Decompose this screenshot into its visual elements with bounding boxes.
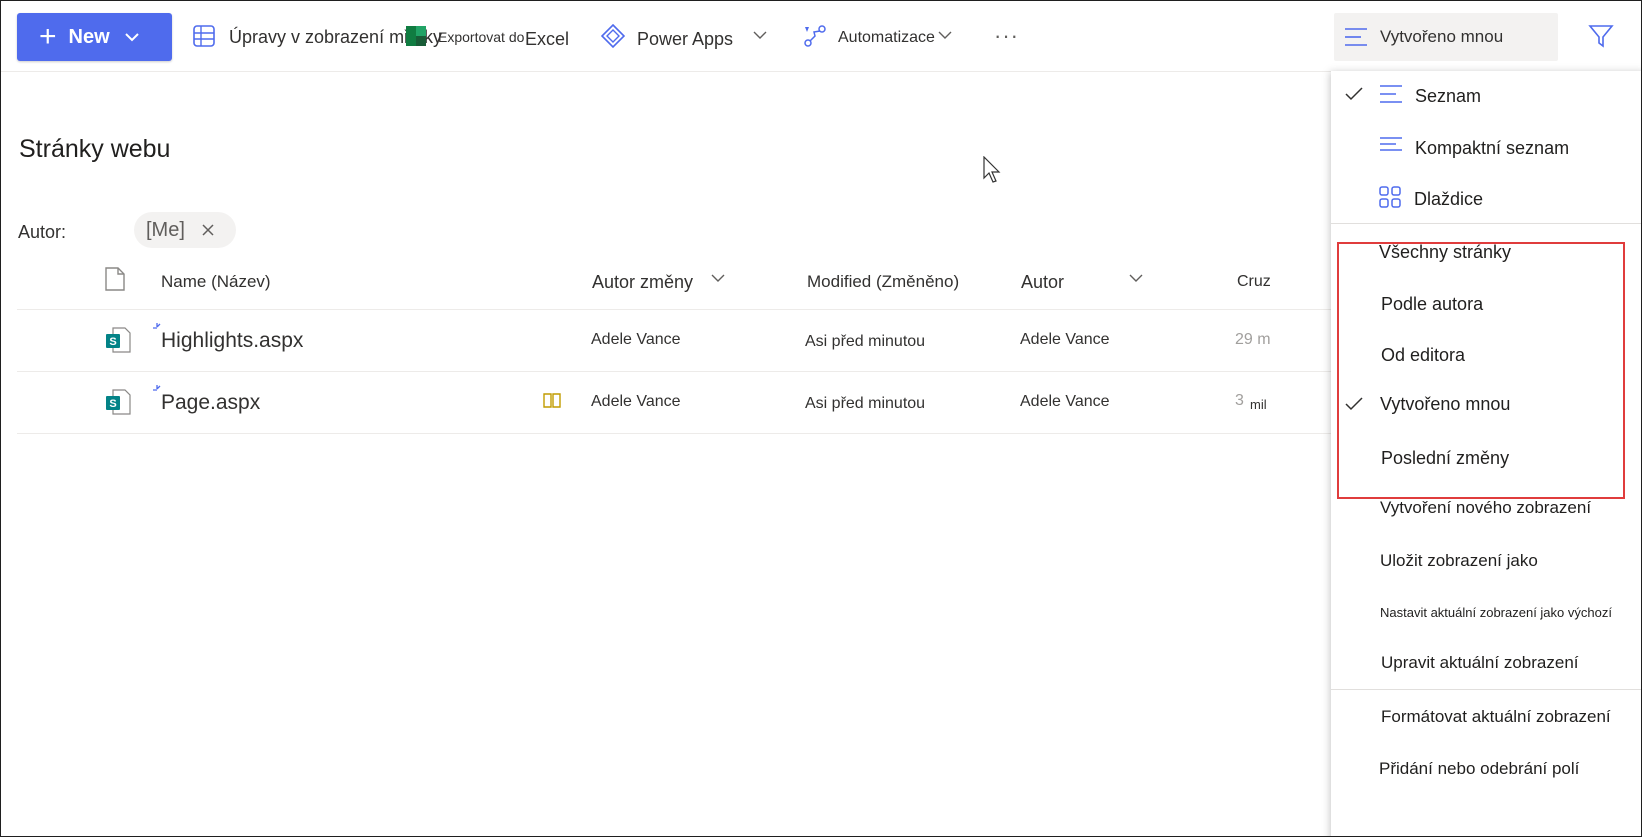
book-icon [543, 393, 561, 408]
filter-label: Autor: [18, 222, 67, 242]
cell-created-suffix: mil [1250, 397, 1267, 412]
more-icon[interactable]: ··· [994, 23, 1019, 49]
power-apps-icon [601, 24, 625, 48]
chevron-down-icon[interactable] [1129, 274, 1143, 283]
cell-author[interactable]: Adele Vance [1020, 393, 1110, 411]
cell-modified-by[interactable]: Adele Vance [591, 331, 681, 349]
close-icon[interactable] [201, 223, 215, 237]
excel-icon [406, 26, 426, 46]
list-view-icon [1345, 28, 1367, 46]
power-apps-button[interactable]: Power Apps [637, 29, 733, 50]
grid-icon [193, 25, 215, 47]
table-row[interactable]: S Highlights.aspx Adele Vance Asi před m… [1, 310, 1331, 371]
cell-modified-by[interactable]: Adele Vance [591, 393, 681, 411]
menu-item-label: Dlaždice [1414, 189, 1484, 209]
automate-icon [804, 25, 826, 47]
export-label[interactable]: Exportovat do [438, 29, 524, 45]
sharepoint-page-icon: S [106, 327, 131, 353]
cell-modified: Asi před minutou [805, 395, 926, 412]
menu-item-label: Vytvoření nového zobrazení [1380, 498, 1592, 517]
checkmark-icon [1345, 87, 1363, 101]
current-view-label: Vytvořeno mnou [1380, 27, 1504, 46]
row-divider [17, 433, 1331, 434]
sharepoint-page-icon: S [106, 389, 131, 415]
menu-item-label: Upravit aktuální zobrazení [1381, 653, 1579, 672]
menu-item-list-layout[interactable]: Seznam [1331, 73, 1641, 121]
menu-item-format-current-view[interactable]: Formátovat aktuální zobrazení [1331, 694, 1641, 742]
svg-text:S: S [109, 398, 116, 410]
cell-created: 3 [1235, 392, 1244, 409]
file-name-link[interactable]: Highlights.aspx [161, 329, 303, 353]
column-header-modified-by[interactable]: Autor změny [592, 272, 693, 293]
menu-item-compact-list-layout[interactable]: Kompaktní seznam [1331, 125, 1641, 173]
export-excel-button[interactable]: Excel [525, 29, 569, 50]
filter-pill[interactable]: [Me] [134, 212, 236, 248]
view-switcher-button[interactable]: Vytvořeno mnou [1334, 13, 1558, 61]
menu-item-label: Nastavit aktuální zobrazení jako výchozí [1380, 605, 1612, 620]
column-header-author[interactable]: Autor [1021, 272, 1064, 293]
menu-item-label: Formátovat aktuální zobrazení [1381, 707, 1611, 726]
new-button[interactable]: + New [17, 13, 172, 61]
file-name-link[interactable]: Page.aspx [161, 391, 260, 415]
file-type-icon [105, 267, 125, 291]
column-header-created[interactable]: Cruz [1237, 273, 1271, 291]
cell-modified: Asi před minutou [805, 333, 926, 350]
highlight-box [1337, 242, 1625, 499]
menu-item-label: Přidání nebo odebrání polí [1379, 759, 1580, 778]
menu-item-label: Kompaktní seznam [1415, 138, 1570, 158]
page-title: Stránky webu [19, 135, 171, 163]
column-header-name[interactable]: Name (Název) [161, 272, 271, 292]
menu-item-save-view-as[interactable]: Uložit zobrazení jako [1331, 538, 1641, 586]
power-apps-chevron-icon[interactable] [753, 31, 767, 40]
compact-list-icon [1380, 137, 1402, 151]
app-window: + New Úpravy v zobrazení mřížky Exportov… [0, 0, 1642, 837]
cell-created: 29 m [1235, 331, 1271, 348]
filter-icon[interactable] [1588, 23, 1614, 49]
tiles-icon [1379, 186, 1401, 208]
menu-separator [1331, 223, 1641, 224]
menu-item-label: Seznam [1415, 86, 1482, 106]
automate-button[interactable]: Automatizace [838, 29, 935, 47]
plus-icon: + [39, 20, 57, 53]
chevron-down-icon[interactable] [711, 274, 725, 283]
column-header-modified[interactable]: Modified (Změněno) [807, 272, 959, 292]
chevron-down-icon [124, 33, 139, 42]
new-button-label: New [68, 25, 110, 48]
menu-item-add-remove-fields[interactable]: Přidání nebo odebrání polí [1331, 746, 1641, 794]
mouse-cursor-icon [983, 156, 1001, 183]
menu-item-set-default-view[interactable]: Nastavit aktuální zobrazení jako výchozí [1331, 589, 1641, 637]
menu-item-tiles-layout[interactable]: Dlaždice [1331, 176, 1641, 224]
menu-item-label: Uložit zobrazení jako [1380, 551, 1538, 570]
filter-pill-value: [Me] [146, 218, 185, 241]
menu-item-edit-current-view[interactable]: Upravit aktuální zobrazení [1331, 640, 1641, 688]
menu-separator [1331, 689, 1641, 690]
cell-author[interactable]: Adele Vance [1020, 331, 1110, 349]
list-icon [1380, 85, 1402, 103]
automate-chevron-icon[interactable] [938, 31, 952, 40]
table-row[interactable]: S Page.aspx Adele Vance Asi před minutou… [1, 372, 1331, 433]
svg-text:S: S [109, 336, 116, 348]
command-bar: + New Úpravy v zobrazení mřížky Exportov… [1, 1, 1641, 72]
